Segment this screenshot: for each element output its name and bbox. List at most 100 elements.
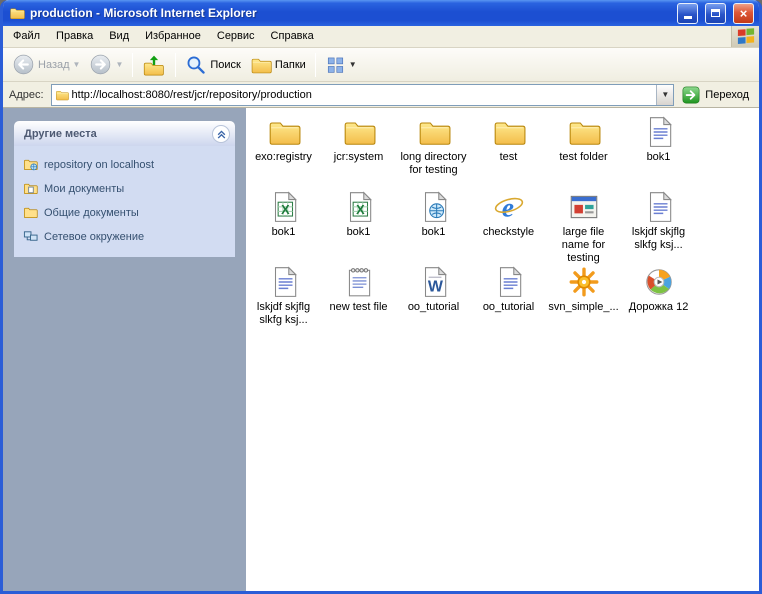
window-body: Другие места repository on localhost Мои… <box>3 108 759 591</box>
file-label: oo_tutorial <box>408 301 459 314</box>
file-label: bok1 <box>422 226 446 239</box>
text-document-icon <box>642 115 676 149</box>
file-label: svn_simple_... <box>548 301 618 314</box>
maximize-button[interactable] <box>705 3 726 24</box>
file-item[interactable]: svn_simple_... <box>546 265 621 340</box>
address-label: Адрес: <box>7 89 46 101</box>
file-label: large file name for testing <box>548 226 620 265</box>
back-dropdown-icon: ▼ <box>73 60 81 69</box>
address-input[interactable] <box>72 86 654 104</box>
sidebar-item-repository[interactable]: repository on localhost <box>23 157 226 172</box>
text-document-icon <box>642 190 676 224</box>
file-item[interactable]: large file name for testing <box>546 190 621 265</box>
folders-label: Папки <box>275 59 306 71</box>
sidebar-item-label: repository on localhost <box>44 159 154 171</box>
html-document-icon <box>417 190 451 224</box>
sidebar-item-label: Мои документы <box>44 183 124 195</box>
toolbar-separator <box>175 53 176 77</box>
menu-file[interactable]: Файл <box>5 26 48 47</box>
site-folder-icon <box>23 157 38 172</box>
search-label: Поиск <box>210 59 240 71</box>
text-document-icon <box>267 265 301 299</box>
browser-window: production - Microsoft Internet Explorer… <box>0 0 762 594</box>
sidebar-item-my-documents[interactable]: Мои документы <box>23 181 226 196</box>
gear-icon <box>567 265 601 299</box>
file-label: test <box>500 151 518 164</box>
file-label: new test file <box>329 301 387 314</box>
sidebar-item-shared-documents[interactable]: Общие документы <box>23 205 226 220</box>
minimize-button[interactable] <box>677 3 698 24</box>
file-item[interactable]: bok1 <box>321 190 396 265</box>
other-places-title: Другие места <box>24 128 212 140</box>
file-list-area: exo:registry jcr:system long directory f… <box>246 108 759 591</box>
forward-button[interactable]: ▼ <box>85 51 127 78</box>
file-label: long directory for testing <box>398 151 470 177</box>
icon-grid: exo:registry jcr:system long directory f… <box>246 115 759 340</box>
network-icon <box>23 229 38 244</box>
file-item[interactable]: jcr:system <box>321 115 396 190</box>
application-icon <box>567 190 601 224</box>
file-item[interactable]: test <box>471 115 546 190</box>
folder-icon <box>567 115 601 149</box>
excel-document-icon <box>342 190 376 224</box>
windows-flag-icon <box>737 28 755 46</box>
excel-document-icon <box>267 190 301 224</box>
up-button[interactable] <box>138 51 170 79</box>
file-label: oo_tutorial <box>483 301 534 314</box>
my-documents-icon <box>23 181 38 196</box>
file-item[interactable]: new test file <box>321 265 396 340</box>
menu-bar: Файл Правка Вид Избранное Сервис Справка <box>3 26 759 48</box>
file-item[interactable]: test folder <box>546 115 621 190</box>
other-places-header[interactable]: Другие места <box>14 121 235 146</box>
file-item[interactable]: bok1 <box>621 115 696 190</box>
file-item[interactable]: exo:registry <box>246 115 321 190</box>
views-button[interactable]: ▼ <box>321 52 361 77</box>
menu-tools[interactable]: Сервис <box>209 26 263 47</box>
file-item[interactable]: checkstyle <box>471 190 546 265</box>
folder-icon <box>342 115 376 149</box>
menu-help[interactable]: Справка <box>263 26 322 47</box>
minimize-icon <box>684 16 692 19</box>
address-dropdown-button[interactable]: ▼ <box>656 85 673 105</box>
notepad-icon <box>342 265 376 299</box>
close-button[interactable]: × <box>733 3 754 24</box>
menu-favorites[interactable]: Избранное <box>137 26 209 47</box>
file-item[interactable]: bok1 <box>396 190 471 265</box>
menu-edit[interactable]: Правка <box>48 26 101 47</box>
file-item[interactable]: long directory for testing <box>396 115 471 190</box>
file-item[interactable]: Дорожка 12 <box>621 265 696 340</box>
sidebar-item-label: Сетевое окружение <box>44 231 144 243</box>
collapse-panel-button[interactable] <box>212 125 230 143</box>
internet-explorer-icon <box>492 190 526 224</box>
folders-button[interactable]: Папки <box>246 52 310 78</box>
file-item[interactable]: bok1 <box>246 190 321 265</box>
file-item[interactable]: oo_tutorial <box>396 265 471 340</box>
address-folder-icon <box>55 88 69 102</box>
word-document-icon <box>417 265 451 299</box>
sidebar-item-label: Общие документы <box>44 207 139 219</box>
back-button[interactable]: Назад ▼ <box>8 51 84 78</box>
back-icon <box>12 53 35 76</box>
other-places-list: repository on localhost Мои документы Об… <box>14 146 235 257</box>
media-icon <box>642 265 676 299</box>
search-icon <box>185 54 207 76</box>
forward-icon <box>89 53 112 76</box>
back-label: Назад <box>38 59 70 71</box>
toolbar-separator <box>315 53 316 77</box>
file-item[interactable]: lskjdf skjflg slkfg ksj... <box>621 190 696 265</box>
search-button[interactable]: Поиск <box>181 52 244 78</box>
toolbar-separator <box>132 53 133 77</box>
address-bar: Адрес: ▼ Переход <box>3 82 759 108</box>
text-document-icon <box>492 265 526 299</box>
window-title: production - Microsoft Internet Explorer <box>30 6 670 20</box>
menu-view[interactable]: Вид <box>101 26 137 47</box>
folder-icon <box>267 115 301 149</box>
title-bar[interactable]: production - Microsoft Internet Explorer… <box>3 0 759 26</box>
go-arrow-icon <box>681 85 701 105</box>
file-item[interactable]: lskjdf skjflg slkfg ksj... <box>246 265 321 340</box>
file-item[interactable]: oo_tutorial <box>471 265 546 340</box>
file-label: Дорожка 12 <box>629 301 689 314</box>
go-button[interactable]: Переход <box>679 84 755 106</box>
file-label: bok1 <box>347 226 371 239</box>
sidebar-item-network[interactable]: Сетевое окружение <box>23 229 226 244</box>
